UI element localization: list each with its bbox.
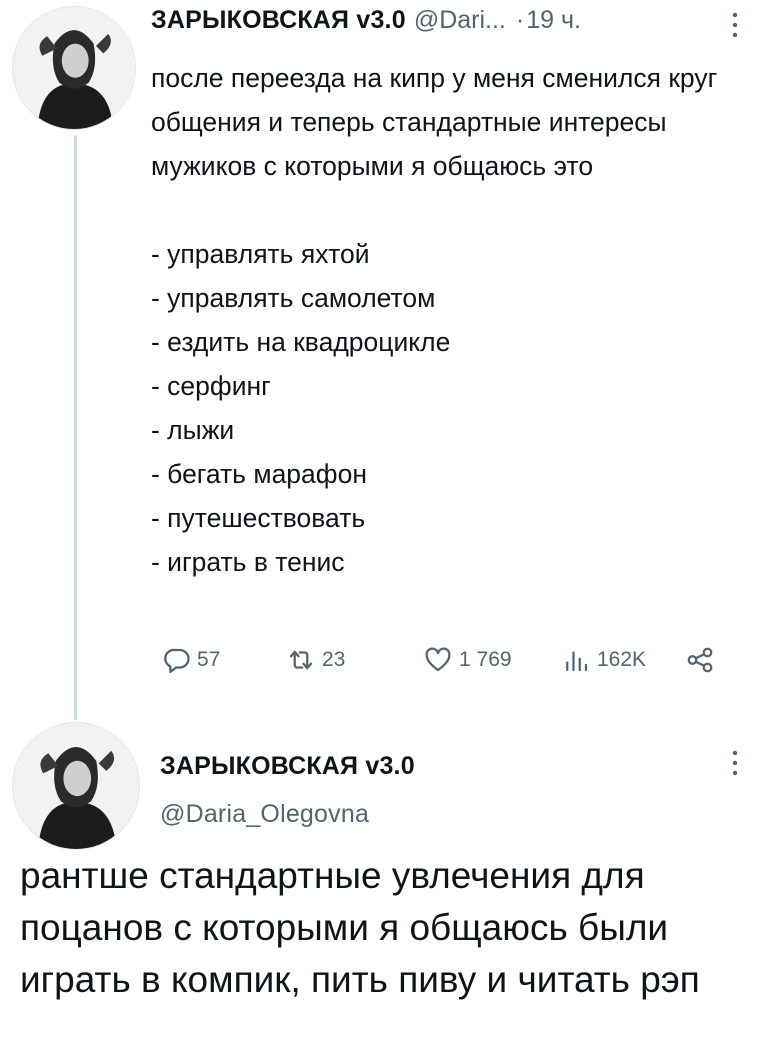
share-button[interactable] — [685, 645, 715, 681]
like-icon — [425, 647, 451, 672]
like-count: 1 769 — [459, 648, 512, 671]
avatar[interactable] — [12, 722, 140, 850]
separator-dot: · — [515, 6, 525, 34]
like-button[interactable]: 1 769 — [423, 640, 512, 680]
tweet-actions: 57 23 1 769 162K — [151, 640, 721, 680]
avatar[interactable] — [12, 6, 136, 130]
repost-count: 23 — [322, 648, 346, 671]
thread-line — [74, 135, 77, 720]
views-count: 162K — [597, 648, 647, 671]
repost-button[interactable]: 23 — [286, 640, 345, 680]
tweet-time[interactable]: 19 ч. — [526, 6, 581, 34]
share-icon — [687, 647, 713, 673]
user-handle[interactable]: @Daria_Olegovna — [160, 800, 369, 829]
tweet-text: после переезда на кипр у меня сменился к… — [151, 63, 718, 577]
reply-count: 57 — [197, 648, 221, 671]
more-icon[interactable] — [728, 10, 742, 40]
display-name[interactable]: ЗАРЫКОВСКАЯ v3.0 — [160, 752, 415, 781]
reply-icon — [164, 648, 190, 673]
repost-icon — [289, 650, 313, 670]
more-icon[interactable] — [728, 748, 742, 778]
user-handle[interactable]: @Dari... — [414, 6, 506, 34]
tweet-header: ЗАРЫКОВСКАЯ v3.0 @Dari... ·19 ч. — [151, 6, 581, 35]
tweet-text: рантше стандартные увлечения для поцанов… — [20, 855, 700, 1000]
reply-button[interactable]: 57 — [161, 640, 220, 680]
views-icon — [566, 651, 588, 672]
display-name[interactable]: ЗАРЫКОВСКАЯ v3.0 — [151, 6, 406, 34]
views-button[interactable]: 162K — [561, 640, 646, 680]
